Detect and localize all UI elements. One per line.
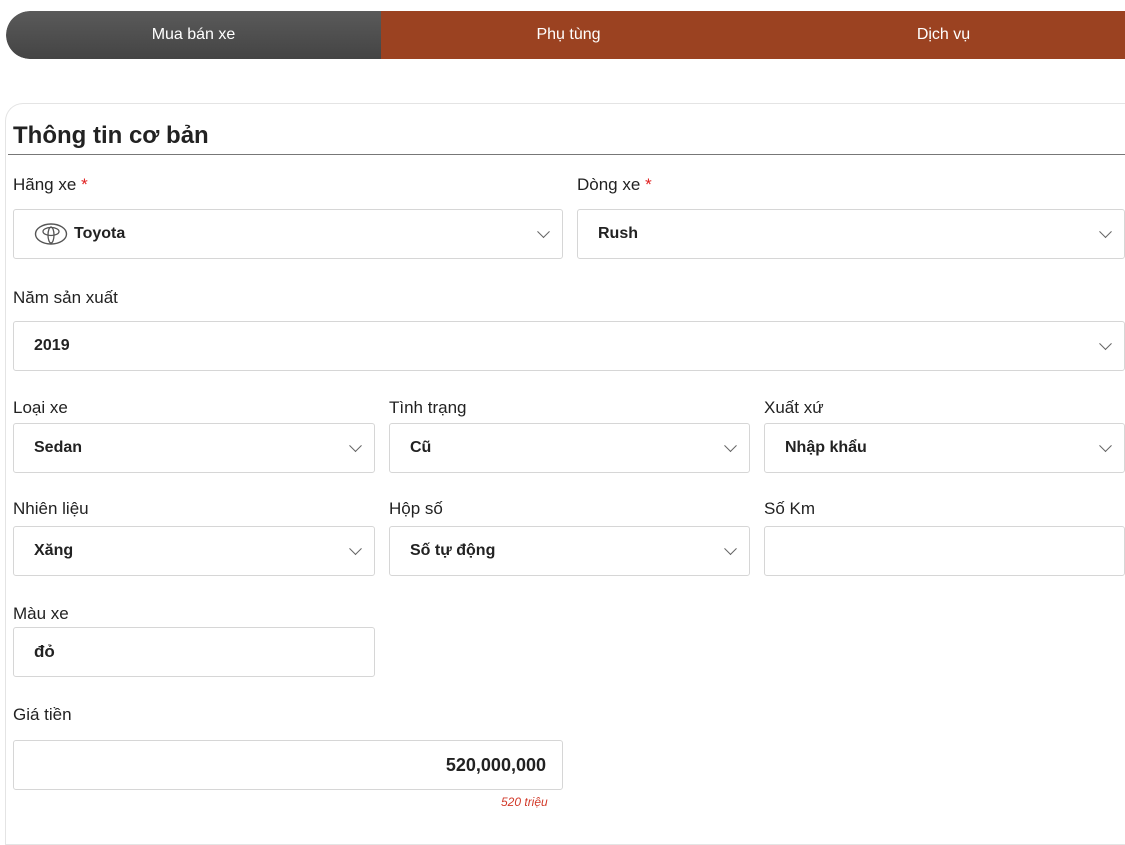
year-select[interactable]: 2019: [13, 321, 1125, 371]
condition-label: Tình trạng: [389, 398, 467, 417]
body-type-select[interactable]: Sedan: [13, 423, 375, 473]
required-mark: *: [645, 175, 652, 194]
model-label: Dòng xe *: [577, 175, 652, 194]
condition-select[interactable]: Cũ: [389, 423, 750, 473]
required-mark: *: [81, 175, 88, 194]
chevron-down-icon: [537, 225, 550, 239]
gearbox-label: Hộp số: [389, 499, 443, 518]
year-label: Năm sản xuất: [13, 288, 118, 307]
category-tabs: Mua bán xe Phụ tùng Dịch vụ: [6, 11, 1125, 59]
price-hint: 520 triệu: [501, 795, 548, 809]
brand-label: Hãng xe *: [13, 175, 88, 194]
body-type-label: Loại xe: [13, 398, 68, 417]
model-select[interactable]: Rush: [577, 209, 1125, 259]
fuel-select[interactable]: Xăng: [13, 526, 375, 576]
color-input[interactable]: đỏ: [13, 627, 375, 677]
mileage-input[interactable]: [764, 526, 1125, 576]
chevron-down-icon: [724, 439, 737, 453]
brand-select[interactable]: Toyota: [13, 209, 563, 259]
origin-label: Xuất xứ: [764, 398, 824, 417]
chevron-down-icon: [724, 542, 737, 556]
price-label: Giá tiền: [13, 705, 72, 724]
tab-mua-ban-xe[interactable]: Mua bán xe: [6, 11, 381, 59]
tab-dich-vu[interactable]: Dịch vụ: [756, 11, 1125, 59]
section-title: Thông tin cơ bản: [13, 122, 209, 149]
mileage-label: Số Km: [764, 499, 816, 518]
price-input[interactable]: 520,000,000: [13, 740, 563, 790]
section-divider: [8, 154, 1125, 155]
toyota-logo-icon: [34, 223, 68, 245]
gearbox-select[interactable]: Số tự động: [389, 526, 750, 576]
chevron-down-icon: [1099, 337, 1112, 351]
tab-phu-tung[interactable]: Phụ tùng: [381, 11, 756, 59]
chevron-down-icon: [1099, 439, 1112, 453]
chevron-down-icon: [349, 542, 362, 556]
chevron-down-icon: [1099, 225, 1112, 239]
origin-select[interactable]: Nhập khẩu: [764, 423, 1125, 473]
fuel-label: Nhiên liệu: [13, 499, 89, 518]
color-label: Màu xe: [13, 604, 69, 623]
chevron-down-icon: [349, 439, 362, 453]
